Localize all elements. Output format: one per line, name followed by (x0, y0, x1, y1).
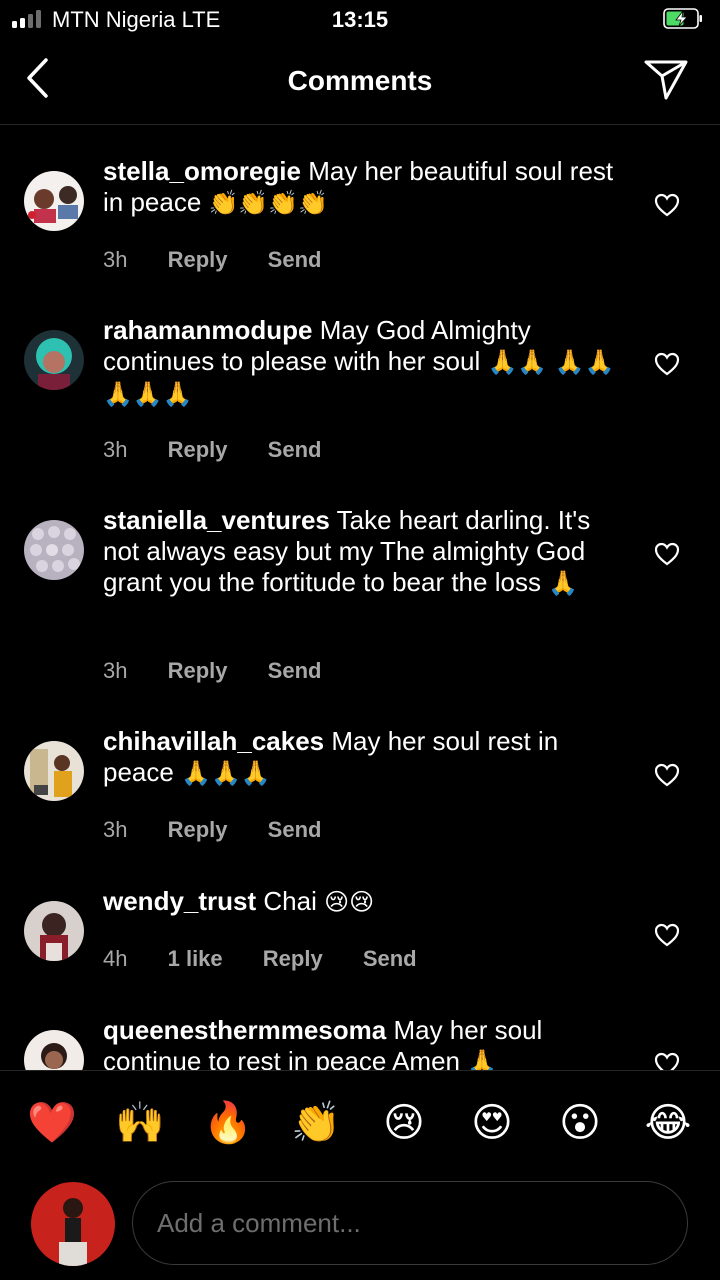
comment-username[interactable]: queenesthermmesoma (103, 1015, 386, 1045)
emoji-heart-button[interactable]: ❤️ (26, 1097, 78, 1149)
comment-meta: 3h Reply Send (103, 247, 355, 273)
page-title: Comments (287, 65, 433, 96)
status-bar: MTN Nigeria LTE 13:15 (0, 0, 720, 40)
comment-meta: 3h Reply Send (103, 658, 355, 684)
reply-button[interactable]: Reply (168, 658, 228, 684)
comment-composer (0, 1176, 720, 1280)
like-heart-icon[interactable] (654, 352, 680, 376)
comment-meta: 4h 1 like Reply Send (103, 946, 451, 972)
emoji-clap-button[interactable]: 👏 (290, 1097, 342, 1149)
emoji-fire-button[interactable]: 🔥 (202, 1097, 254, 1149)
comment-time: 4h (103, 946, 128, 971)
emoji-laughing-button[interactable]: 😂 (642, 1097, 694, 1149)
avatar[interactable] (24, 520, 84, 580)
emoji-raised-hands-button[interactable]: 🙌 (114, 1097, 166, 1149)
comment-text: rahamanmodupe May God Almighty continues… (103, 315, 623, 410)
send-button[interactable]: Send (268, 817, 322, 843)
send-button[interactable]: Send (268, 437, 322, 463)
comment-text: stella_omoregie May her beautiful soul r… (103, 156, 623, 219)
comment-meta: 3h Reply Send (103, 817, 355, 843)
comment-text: queenesthermmesoma May her soul continue… (103, 1015, 623, 1070)
quick-emoji-bar: ❤️ 🙌 🔥 👏 😢 😍 😮 😂 (0, 1070, 720, 1177)
reply-button[interactable]: Reply (168, 247, 228, 273)
like-heart-icon[interactable] (654, 193, 680, 217)
comment-body: Chai (263, 886, 317, 916)
avatar[interactable] (24, 1030, 84, 1070)
send-button[interactable]: Send (268, 658, 322, 684)
comment-text: staniella_ventures Take heart darling. I… (103, 505, 623, 599)
like-count[interactable]: 1 like (168, 946, 223, 972)
comment-time: 3h (103, 247, 128, 272)
comment-time: 3h (103, 658, 128, 683)
like-heart-icon[interactable] (654, 763, 680, 787)
comment-emojis: 🙏 (548, 569, 579, 597)
comment-time: 3h (103, 437, 128, 462)
avatar[interactable] (24, 171, 84, 231)
like-heart-icon[interactable] (654, 542, 680, 566)
comment-username[interactable]: rahamanmodupe (103, 315, 313, 345)
reply-button[interactable]: Reply (263, 946, 323, 972)
reply-button[interactable]: Reply (168, 437, 228, 463)
comment-text: chihavillah_cakes May her soul rest in p… (103, 726, 623, 789)
reply-button[interactable]: Reply (168, 817, 228, 843)
emoji-crying-button[interactable]: 😢 (378, 1097, 430, 1149)
comment-username[interactable]: staniella_ventures (103, 505, 330, 535)
avatar[interactable] (24, 741, 84, 801)
comment-emojis: 😢😢 (324, 888, 375, 916)
comment-input[interactable] (132, 1181, 688, 1265)
like-heart-icon[interactable] (654, 1052, 680, 1070)
send-button[interactable]: Send (363, 946, 417, 972)
comment-emojis: 👏👏👏👏 (208, 189, 329, 217)
avatar[interactable] (24, 330, 84, 390)
avatar (31, 1182, 115, 1266)
emoji-surprised-button[interactable]: 😮 (554, 1097, 606, 1149)
direct-send-icon[interactable] (640, 56, 692, 102)
battery-charging-icon (663, 8, 702, 29)
comment-emojis: 🙏 (467, 1048, 498, 1070)
comment-text: wendy_trust Chai 😢😢 (103, 886, 623, 918)
emoji-heart-eyes-button[interactable]: 😍 (466, 1097, 518, 1149)
comments-list: stella_omoregie May her beautiful soul r… (0, 125, 720, 1070)
comment-time: 3h (103, 817, 128, 842)
comment-meta: 3h Reply Send (103, 437, 355, 463)
comment-username[interactable]: stella_omoregie (103, 156, 301, 186)
comments-header: Comments (0, 40, 720, 125)
avatar[interactable] (24, 901, 84, 961)
like-heart-icon[interactable] (654, 923, 680, 947)
send-button[interactable]: Send (268, 247, 322, 273)
comment-username[interactable]: wendy_trust (103, 886, 256, 916)
comment-username[interactable]: chihavillah_cakes (103, 726, 324, 756)
comment-emojis: 🙏🙏🙏 (181, 759, 271, 787)
status-time: 13:15 (331, 7, 389, 32)
